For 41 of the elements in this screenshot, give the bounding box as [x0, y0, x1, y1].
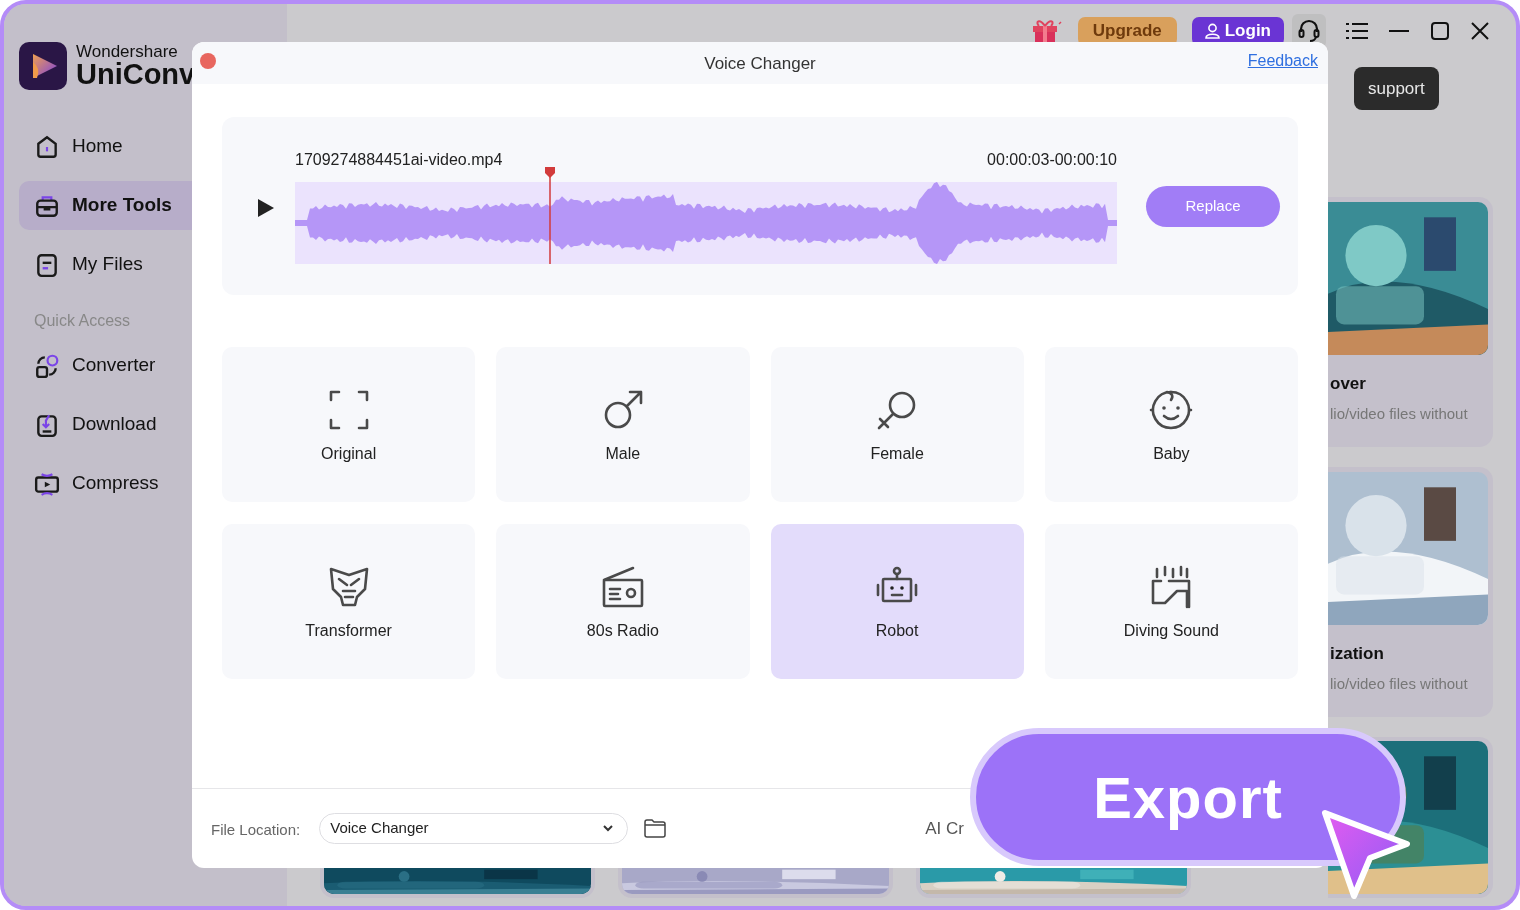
file-icon	[34, 251, 60, 278]
file-location-label: File Location:	[211, 819, 301, 840]
dialog-title: Voice Changer	[704, 53, 816, 76]
voice-option[interactable]: Female	[770, 347, 1024, 502]
feedback-link[interactable]: Feedback	[1247, 49, 1318, 73]
user-icon	[1204, 23, 1220, 39]
section-label: Quick Access	[33, 311, 132, 331]
play-icon[interactable]	[257, 198, 275, 218]
compress-icon	[34, 470, 60, 497]
voice-option[interactable]: Original	[222, 347, 476, 502]
brand-subtitle: Wondershare	[76, 42, 179, 60]
playhead[interactable]	[543, 166, 556, 264]
voice-option[interactable]: Baby	[1044, 347, 1298, 502]
menu-icon[interactable]	[1346, 22, 1368, 40]
sidebar-item[interactable]: My Files	[19, 240, 309, 289]
tool-card[interactable]: ization lio/video files without	[1328, 467, 1493, 717]
headset-icon	[1297, 18, 1321, 44]
file-name: 1709274884451ai-video.mp4	[295, 150, 503, 170]
partial-label: AI Cr	[925, 817, 964, 840]
card-description: lio/video files without	[1329, 403, 1469, 424]
converter-icon	[34, 352, 60, 379]
support-tooltip: support	[1354, 67, 1439, 110]
voice-option[interactable]: 80s Radio	[496, 524, 750, 679]
voice-option[interactable]: Diving Sound	[1044, 524, 1298, 679]
card-title: ization	[1329, 643, 1385, 665]
maximize-icon[interactable]	[1431, 22, 1449, 40]
folder-icon[interactable]	[644, 819, 667, 838]
time-range: 00:00:03-00:00:10	[987, 150, 1117, 170]
home-icon	[34, 133, 60, 160]
tool-card[interactable]: over lio/video files without	[1328, 197, 1493, 447]
card-title: over	[1329, 373, 1367, 395]
brand-name: UniConv	[76, 59, 196, 89]
voice-option[interactable]: Male	[496, 347, 750, 502]
card-description: lio/video files without	[1329, 673, 1469, 694]
close-icon[interactable]	[1471, 22, 1489, 40]
chevron-down-icon	[603, 825, 614, 832]
close-dot-icon[interactable]	[200, 53, 216, 69]
logo-icon	[19, 41, 67, 90]
voice-option[interactable]: Robot	[770, 524, 1024, 679]
cursor-icon	[1320, 808, 1412, 902]
voice-option[interactable]: Transformer	[222, 524, 476, 679]
